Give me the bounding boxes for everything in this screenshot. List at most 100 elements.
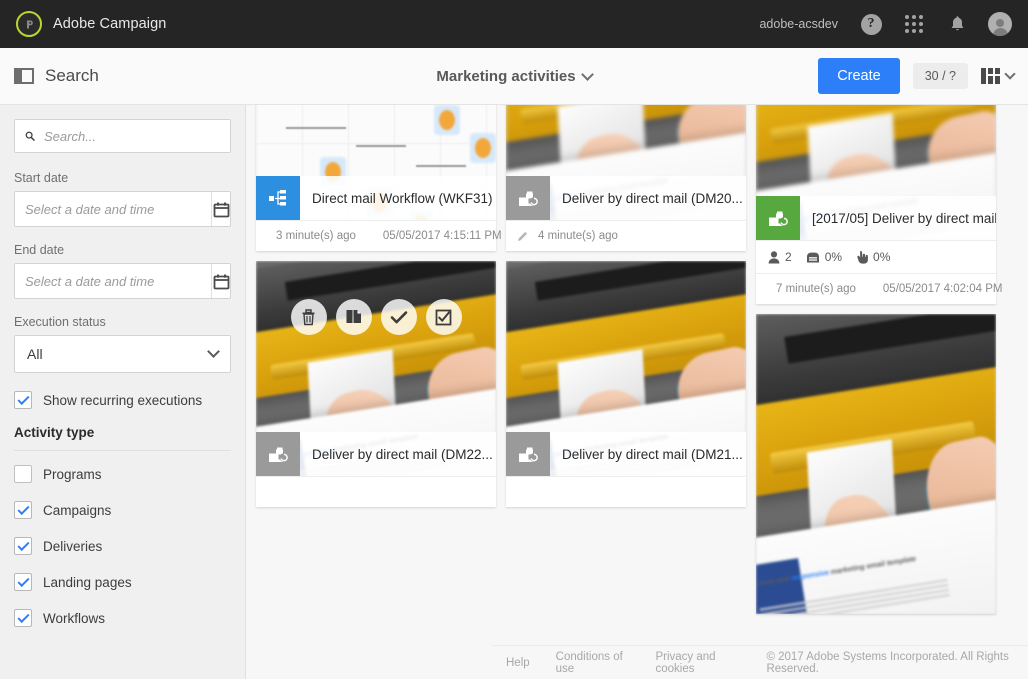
execution-status-value: All	[27, 346, 43, 362]
filters-sidebar: Start date End date	[0, 105, 246, 679]
search-field[interactable]	[14, 119, 231, 153]
checkbox-box	[14, 609, 32, 627]
adobe-campaign-logo-icon	[16, 11, 42, 37]
app-switcher-button[interactable]	[902, 12, 926, 36]
card-title-row: Deliver by direct mail (DM21...	[506, 432, 746, 476]
start-date-calendar-button[interactable]	[211, 192, 230, 226]
card-hover-actions	[256, 299, 496, 335]
context-selector-label[interactable]: Marketing activities	[436, 68, 575, 85]
card-thumbnail-workflow: Direct mail Workflow (WKF31)	[256, 105, 496, 220]
help-circle-icon: ?	[860, 13, 882, 35]
card-title: [2017/05] Deliver by direct mail...	[800, 196, 996, 240]
card-thumbnail-direct-mail: ...ional and responsive marketing email …	[756, 105, 996, 240]
card-meta-row: 7 minute(s) ago 05/05/2017 4:02:04 PM	[756, 273, 1002, 304]
card-modified-time: 7 minute(s) ago	[776, 283, 856, 295]
workflow-connector	[416, 165, 466, 167]
card-thumbnail-direct-mail: ...ional and responsive marketing email …	[506, 261, 746, 476]
card-modified-time: 4 minute(s) ago	[538, 230, 618, 242]
end-date-filter: End date	[14, 243, 231, 299]
card-column: ...ional and responsive marketing email …	[506, 105, 746, 614]
activity-type-checkbox-campaigns[interactable]: Campaigns	[14, 501, 231, 519]
activity-card[interactable]: ...ional and responsive marketing email …	[756, 105, 1002, 304]
end-date-calendar-button[interactable]	[211, 264, 230, 298]
stat-delivered: 0%	[806, 250, 842, 264]
card-columns: Direct mail Workflow (WKF31) 3 minute(s)…	[246, 105, 1028, 614]
start-date-field[interactable]	[14, 191, 231, 227]
delete-action-button[interactable]	[290, 299, 327, 335]
stat-value: 2	[785, 250, 792, 264]
checkbox-box	[14, 501, 32, 519]
sub-header-actions: Create 30 / ?	[818, 58, 1016, 94]
activity-card[interactable]: ...ional and responsive marketing email …	[506, 105, 746, 251]
card-title: Deliver by direct mail (DM22...	[300, 432, 496, 476]
end-date-field[interactable]	[14, 263, 231, 299]
top-bar-actions: adobe-acsdev ?	[759, 12, 1012, 36]
sub-header-bar: Search Marketing activities Create 30 / …	[0, 48, 1028, 105]
confirm-action-button[interactable]	[380, 299, 417, 335]
execution-status-label: Execution status	[14, 315, 106, 329]
activity-card[interactable]: ...ional and responsive marketing email …	[756, 314, 996, 614]
activity-type-checkbox-programs[interactable]: Programs	[14, 465, 231, 483]
end-date-label: End date	[14, 243, 65, 257]
start-date-filter: Start date	[14, 171, 231, 227]
execution-status-select[interactable]: All	[14, 335, 231, 373]
page-title: Search	[45, 66, 99, 85]
activity-type-checkbox-landing-pages[interactable]: Landing pages	[14, 573, 231, 591]
workflow-node	[434, 105, 460, 135]
card-title-row: Deliver by direct mail (DM22...	[256, 432, 496, 476]
select-action-button[interactable]	[425, 299, 462, 335]
workflow-connector	[356, 145, 406, 147]
activity-card[interactable]: ...ional and responsive marketing email …	[256, 261, 496, 507]
page-title-area: Search	[14, 66, 246, 86]
search-input[interactable]	[44, 128, 220, 144]
result-count-badge: 30 / ?	[912, 63, 968, 89]
activity-card[interactable]: ...ional and responsive marketing email …	[506, 261, 746, 507]
card-title-row: Direct mail Workflow (WKF31)	[256, 176, 496, 220]
account-name: adobe-acsdev	[759, 17, 838, 31]
duplicate-action-button[interactable]	[335, 299, 372, 335]
workflow-node	[470, 133, 496, 163]
brand-logo-area[interactable]: Adobe Campaign	[16, 11, 166, 37]
activity-type-checkbox-workflows[interactable]: Workflows	[14, 609, 231, 627]
stat-value: 0%	[873, 250, 891, 264]
direct-mail-photo: ...ional and responsive marketing email …	[756, 314, 996, 614]
card-column: Direct mail Workflow (WKF31) 3 minute(s)…	[256, 105, 502, 614]
direct-mail-delivery-icon	[256, 432, 300, 476]
panel-layout-icon[interactable]	[14, 68, 34, 84]
activity-type-checkbox-deliveries[interactable]: Deliveries	[14, 537, 231, 555]
clicks-hand-icon	[857, 251, 868, 264]
show-recurring-executions-checkbox[interactable]: Show recurring executions	[14, 391, 231, 409]
footer-copyright: © 2017 Adobe Systems Incorporated. All R…	[766, 650, 1009, 675]
execution-status-filter: Execution status All	[14, 315, 231, 373]
start-date-input[interactable]	[15, 201, 211, 217]
pencil-icon	[518, 232, 527, 241]
activity-type-label: Workflows	[43, 610, 106, 626]
activity-card[interactable]: Direct mail Workflow (WKF31) 3 minute(s)…	[256, 105, 502, 251]
chevron-down-icon	[580, 67, 594, 81]
chevron-down-icon	[207, 345, 220, 358]
footer-link-privacy-and-cookies[interactable]: Privacy and cookies	[655, 651, 740, 675]
direct-mail-delivery-icon	[506, 432, 550, 476]
footer-link-help[interactable]: Help	[506, 657, 530, 669]
page-footer: Help Conditions of use Privacy and cooki…	[492, 645, 1028, 679]
card-meta-row: 3 minute(s) ago 05/05/2017 4:15:11 PM	[256, 220, 502, 251]
card-title: Direct mail Workflow (WKF31)	[300, 176, 496, 220]
user-menu-button[interactable]	[988, 12, 1012, 36]
card-meta-row: 4 minute(s) ago	[506, 220, 746, 251]
chevron-down-icon	[1004, 68, 1016, 80]
activity-card-grid[interactable]: Direct mail Workflow (WKF31) 3 minute(s)…	[246, 105, 1028, 679]
view-mode-toggle[interactable]	[981, 68, 1016, 84]
create-button[interactable]: Create	[818, 58, 900, 94]
card-thumbnail-direct-mail: ...ional and responsive marketing email …	[256, 261, 496, 476]
start-date-label: Start date	[14, 171, 69, 185]
notifications-button[interactable]	[945, 12, 969, 36]
check-icon	[390, 310, 407, 323]
end-date-input[interactable]	[15, 273, 211, 289]
help-button[interactable]: ?	[859, 12, 883, 36]
search-icon	[25, 131, 35, 141]
card-modified-time: 3 minute(s) ago	[276, 230, 356, 242]
trash-icon	[302, 309, 315, 326]
card-thumbnail-direct-mail: ...ional and responsive marketing email …	[756, 314, 996, 614]
footer-link-conditions-of-use[interactable]: Conditions of use	[556, 651, 630, 675]
card-meta-row	[506, 476, 746, 507]
